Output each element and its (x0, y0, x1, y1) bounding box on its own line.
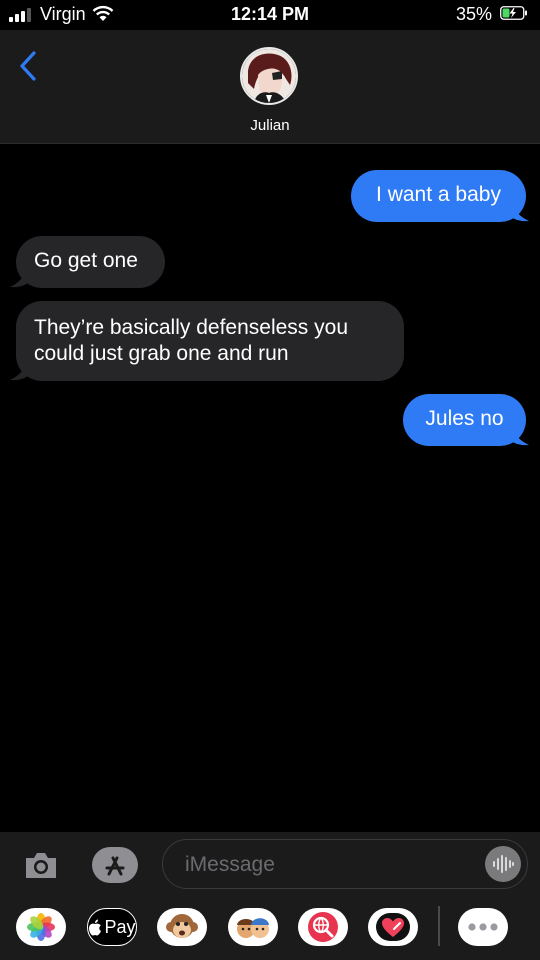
message-bubble-incoming[interactable]: Go get one (16, 236, 165, 288)
avatar-illustration-icon (242, 49, 296, 103)
ellipsis-icon (468, 923, 498, 931)
status-bar: Virgin 12:14 PM 35% (0, 0, 540, 30)
camera-icon[interactable] (23, 850, 59, 880)
message-text: Jules no (425, 407, 504, 430)
app-store-button[interactable] (92, 847, 138, 883)
photos-app-button[interactable] (16, 908, 66, 946)
message-bubble-outgoing[interactable]: Jules no (403, 394, 526, 446)
more-apps-button[interactable] (458, 908, 508, 946)
message-text: I want a baby (376, 183, 501, 206)
message-text-line: They’re basically defenseless you (34, 316, 348, 339)
input-placeholder: iMessage (185, 853, 275, 876)
message-bubble-outgoing[interactable]: I want a baby (351, 170, 526, 222)
voice-message-button[interactable] (485, 846, 521, 882)
message-bubble-incoming[interactable]: They’re basically defenseless you could … (16, 301, 404, 381)
waveform-icon (493, 855, 514, 873)
message-text: Go get one (34, 249, 138, 272)
battery-percent: 35% (455, 4, 492, 24)
apple-pay-label: Pay (104, 916, 136, 937)
animoji-app-button[interactable] (157, 908, 207, 946)
images-search-button[interactable] (298, 908, 348, 946)
app-store-icon (105, 856, 125, 876)
message-text-line: could just grab one and run (34, 342, 289, 365)
tray-divider (438, 906, 440, 946)
conversation-header: Julian (0, 30, 540, 144)
back-chevron-icon[interactable] (18, 50, 38, 82)
battery-charging-icon (500, 6, 527, 20)
memoji-icon (237, 918, 269, 938)
memoji-stickers-button[interactable] (228, 908, 278, 946)
contact-avatar[interactable] (240, 47, 298, 105)
digital-touch-button[interactable] (368, 908, 418, 946)
imessage-input[interactable]: iMessage (162, 839, 528, 889)
photos-icon (27, 913, 55, 941)
contact-name: Julian (250, 117, 290, 134)
globe-search-icon (308, 912, 338, 942)
apple-pay-button[interactable]: Pay (87, 908, 137, 946)
monkey-icon (166, 914, 198, 938)
heart-icon (376, 913, 410, 941)
apple-logo-icon (89, 919, 102, 935)
